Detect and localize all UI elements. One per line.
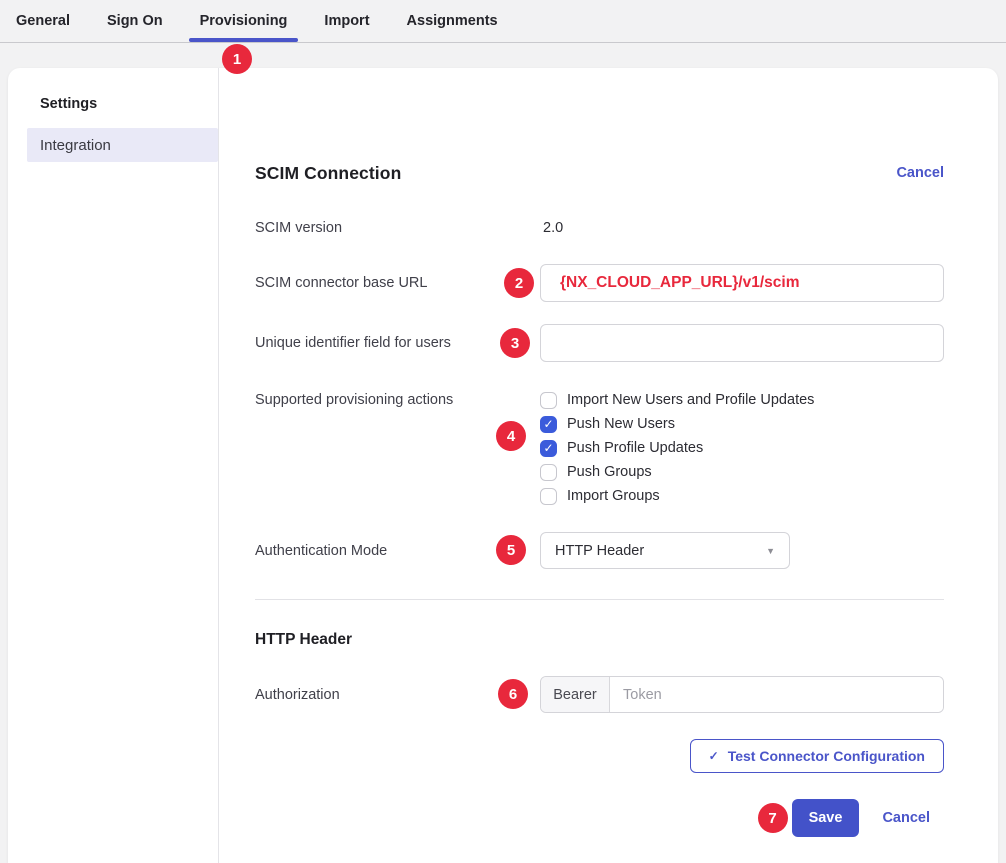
test-connector-button[interactable]: ✓ Test Connector Configuration (690, 739, 944, 773)
content-card: Settings Integration SCIM Connection Can… (8, 68, 998, 863)
authorization-input-group: Bearer (540, 676, 944, 713)
test-connector-label: Test Connector Configuration (728, 748, 925, 764)
sidebar-item-integration[interactable]: Integration (27, 128, 218, 162)
checkbox-import-groups[interactable]: ✓ (540, 488, 557, 505)
tab-sign-on[interactable]: Sign On (107, 0, 163, 42)
checkbox-row-push-new-users[interactable]: ✓ Push New Users (540, 412, 814, 436)
main-panel: SCIM Connection Cancel SCIM version 2.0 … (219, 68, 998, 863)
unique-identifier-input[interactable] (540, 324, 944, 362)
base-url-label: SCIM connector base URL (255, 273, 540, 293)
annotation-badge-7: 7 (758, 803, 788, 833)
base-url-row: SCIM connector base URL 2 (255, 264, 944, 302)
form-header: SCIM Connection Cancel (255, 162, 944, 184)
check-icon: ✓ (543, 442, 553, 454)
annotation-badge-6: 6 (498, 679, 528, 709)
scim-version-row: SCIM version 2.0 (255, 218, 944, 238)
save-row: 7 Save Cancel (255, 799, 944, 837)
checkbox-row-push-groups[interactable]: ✓ Push Groups (540, 460, 814, 484)
sidebar-heading: Settings (40, 94, 218, 114)
checkbox-import-new-users[interactable]: ✓ (540, 392, 557, 409)
checkbox-push-profile-updates[interactable]: ✓ (540, 440, 557, 457)
checkbox-push-new-users[interactable]: ✓ (540, 416, 557, 433)
checkbox-row-import-new-users[interactable]: ✓ Import New Users and Profile Updates (540, 388, 814, 412)
auth-mode-selected-value: HTTP Header (555, 543, 644, 559)
chevron-down-icon: ▼ (766, 546, 775, 556)
unique-identifier-label: Unique identifier field for users (255, 333, 540, 353)
checkbox-label: Push Profile Updates (567, 440, 703, 456)
cancel-link-bottom[interactable]: Cancel (882, 810, 930, 826)
tab-bar: General Sign On Provisioning Import Assi… (0, 0, 1006, 43)
unique-identifier-row: Unique identifier field for users 3 (255, 324, 944, 362)
annotation-badge-2: 2 (504, 268, 534, 298)
annotation-badge-4: 4 (496, 421, 526, 451)
checkbox-label: Push Groups (567, 464, 652, 480)
token-input[interactable] (610, 677, 943, 712)
checkbox-row-push-profile-updates[interactable]: ✓ Push Profile Updates (540, 436, 814, 460)
authorization-row: Authorization 6 Bearer (255, 676, 944, 713)
check-icon: ✓ (543, 418, 553, 430)
auth-mode-row: Authentication Mode 5 HTTP Header ▼ (255, 532, 944, 569)
checkbox-row-import-groups[interactable]: ✓ Import Groups (540, 484, 814, 508)
tab-import[interactable]: Import (324, 0, 369, 42)
checkbox-label: Import New Users and Profile Updates (567, 392, 814, 408)
auth-mode-select[interactable]: HTTP Header ▼ (540, 532, 790, 569)
scim-version-value: 2.0 (540, 220, 563, 236)
checkbox-push-groups[interactable]: ✓ (540, 464, 557, 481)
provisioning-actions-list: ✓ Import New Users and Profile Updates ✓… (540, 388, 814, 508)
tab-assignments[interactable]: Assignments (407, 0, 498, 42)
tab-provisioning[interactable]: Provisioning (200, 0, 288, 42)
annotation-badge-5: 5 (496, 535, 526, 565)
tab-general[interactable]: General (16, 0, 70, 42)
base-url-input[interactable] (540, 264, 944, 302)
annotation-badge-1: 1 (222, 44, 252, 74)
http-header-section-title: HTTP Header (255, 630, 944, 650)
save-button[interactable]: Save (792, 799, 860, 837)
provisioning-actions-label: Supported provisioning actions (255, 388, 540, 410)
checkbox-label: Push New Users (567, 416, 675, 432)
checkbox-label: Import Groups (567, 488, 660, 504)
bearer-prefix: Bearer (541, 677, 610, 712)
cancel-link-top[interactable]: Cancel (896, 165, 944, 181)
section-divider (255, 599, 944, 600)
annotation-badge-3: 3 (500, 328, 530, 358)
scim-version-label: SCIM version (255, 218, 540, 238)
sidebar: Settings Integration (8, 68, 219, 863)
page-title: SCIM Connection (255, 163, 401, 184)
test-connector-row: ✓ Test Connector Configuration (255, 739, 944, 773)
provisioning-actions-row: Supported provisioning actions 4 ✓ Impor… (255, 388, 944, 508)
check-icon: ✓ (709, 749, 719, 763)
